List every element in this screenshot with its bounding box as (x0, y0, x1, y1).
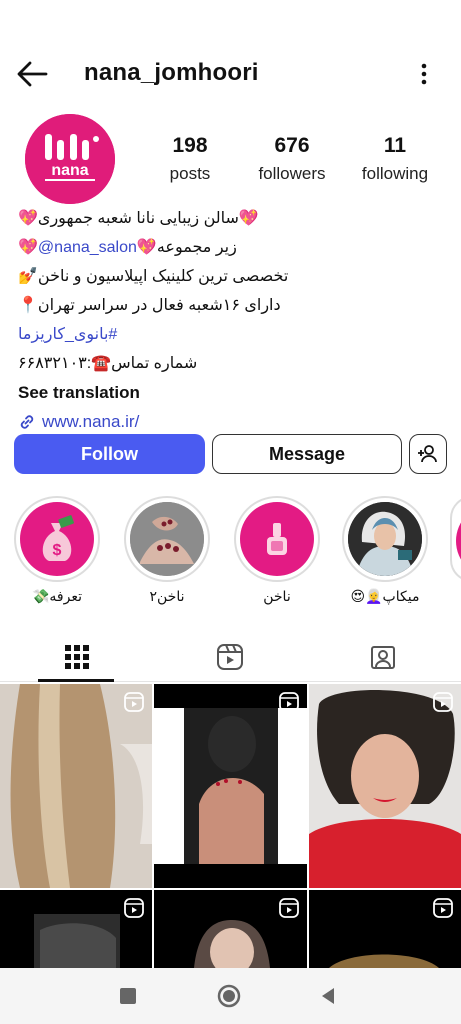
see-translation-link[interactable]: See translation (18, 378, 446, 407)
highlight-makeup[interactable]: میکاپ👩‍🦳😍 (341, 496, 429, 605)
nana-logo: nana (25, 114, 115, 204)
reel-badge-icon (433, 898, 453, 918)
profile-bio: 💖سالن زیبایی نانا شعبه جمهوری💖 💖@nana_sa… (18, 204, 446, 436)
back-arrow-icon[interactable] (16, 60, 48, 88)
highlight-label: ناخن (263, 588, 291, 604)
svg-text:nana: nana (51, 162, 88, 179)
bio-line-2-suffix: زیر مجموعه💖 (136, 239, 242, 256)
suggested-users-button[interactable] (409, 434, 447, 474)
posts-label: posts (169, 164, 211, 183)
bio-phone: شماره تماس☎️:۶۶۸۳۲۱۰۳ (18, 355, 198, 372)
following-label: following (361, 164, 429, 183)
bio-line-1: 💖سالن زیبایی نانا شعبه جمهوری💖 (18, 210, 259, 227)
add-person-icon (418, 445, 437, 463)
more-options-icon[interactable] (412, 60, 436, 88)
tab-grid[interactable] (0, 632, 153, 682)
message-button[interactable]: Message (212, 434, 402, 474)
reel-badge-icon (433, 692, 453, 712)
follow-button[interactable]: Follow (14, 434, 205, 474)
website-url: www.nana.ir/ (42, 412, 140, 431)
highlight-label: ناخن۲ (149, 588, 185, 604)
makeup-photo (348, 502, 422, 576)
bio-line-3: تخصصی ترین کلینیک اپیلاسیون و ناخن💅 (18, 268, 289, 285)
bio-hashtag[interactable]: #بانوی_کاریزما (18, 320, 446, 349)
bio-line-2: 💖@nana_salon زیر مجموعه💖 (18, 233, 446, 262)
profile-username: nana_jomhoori (84, 59, 259, 86)
followers-label: followers (258, 164, 326, 183)
active-tab-indicator (38, 679, 114, 682)
reel-badge-icon (124, 692, 144, 712)
post-thumbnail[interactable] (309, 684, 461, 888)
followers-stat[interactable]: 676 followers (246, 134, 338, 184)
post-thumbnail[interactable] (0, 890, 152, 968)
tab-tagged[interactable] (306, 632, 459, 682)
tab-reels[interactable] (153, 632, 306, 682)
money-bag-icon: $ (20, 502, 94, 576)
grid-icon (64, 645, 89, 669)
post-thumbnail[interactable] (154, 890, 307, 968)
reels-icon (216, 644, 243, 670)
posts-grid (0, 684, 461, 968)
profile-header: nana_jomhoori (0, 52, 461, 96)
profile-avatar[interactable]: nana (25, 114, 115, 204)
highlight-label: میکاپ👩‍🦳😍 (350, 588, 420, 604)
highlight-nails[interactable]: ناخن (233, 496, 321, 605)
post-thumbnail[interactable] (0, 684, 152, 888)
recent-apps-icon[interactable] (118, 986, 138, 1006)
posts-count: 198 (172, 134, 208, 157)
mention-link[interactable]: @nana_salon (38, 239, 137, 256)
highlight-partial[interactable] (450, 496, 461, 582)
home-icon[interactable] (217, 984, 241, 1008)
following-count: 11 (383, 134, 407, 157)
reel-badge-icon (279, 692, 299, 712)
posts-stat[interactable]: 198 posts (150, 134, 230, 184)
profile-tabs (0, 632, 461, 682)
followers-count: 676 (274, 134, 310, 157)
system-navigation-bar (0, 968, 461, 1024)
highlight-label: تعرفه💸 (31, 588, 82, 604)
highlight-nails-2[interactable]: ناخن۲ (123, 496, 211, 605)
post-thumbnail[interactable] (154, 684, 307, 888)
highlight-prices[interactable]: $ تعرفه💸 (13, 496, 101, 605)
link-icon (20, 414, 34, 429)
following-stat[interactable]: 11 following (350, 134, 440, 184)
tagged-person-icon (370, 646, 395, 669)
website-link[interactable]: www.nana.ir/ (18, 407, 446, 436)
post-thumbnail[interactable] (309, 890, 461, 968)
bio-line-4: دارای ۱۶شعبه فعال در سراسر تهران📍 (18, 297, 281, 314)
svg-text:$: $ (53, 542, 62, 559)
back-nav-icon[interactable] (318, 986, 338, 1006)
nail-polish-icon (240, 502, 314, 576)
reel-badge-icon (124, 898, 144, 918)
nails-photo (130, 502, 204, 576)
bio-line-2-prefix: 💖 (18, 239, 38, 256)
reel-badge-icon (279, 898, 299, 918)
